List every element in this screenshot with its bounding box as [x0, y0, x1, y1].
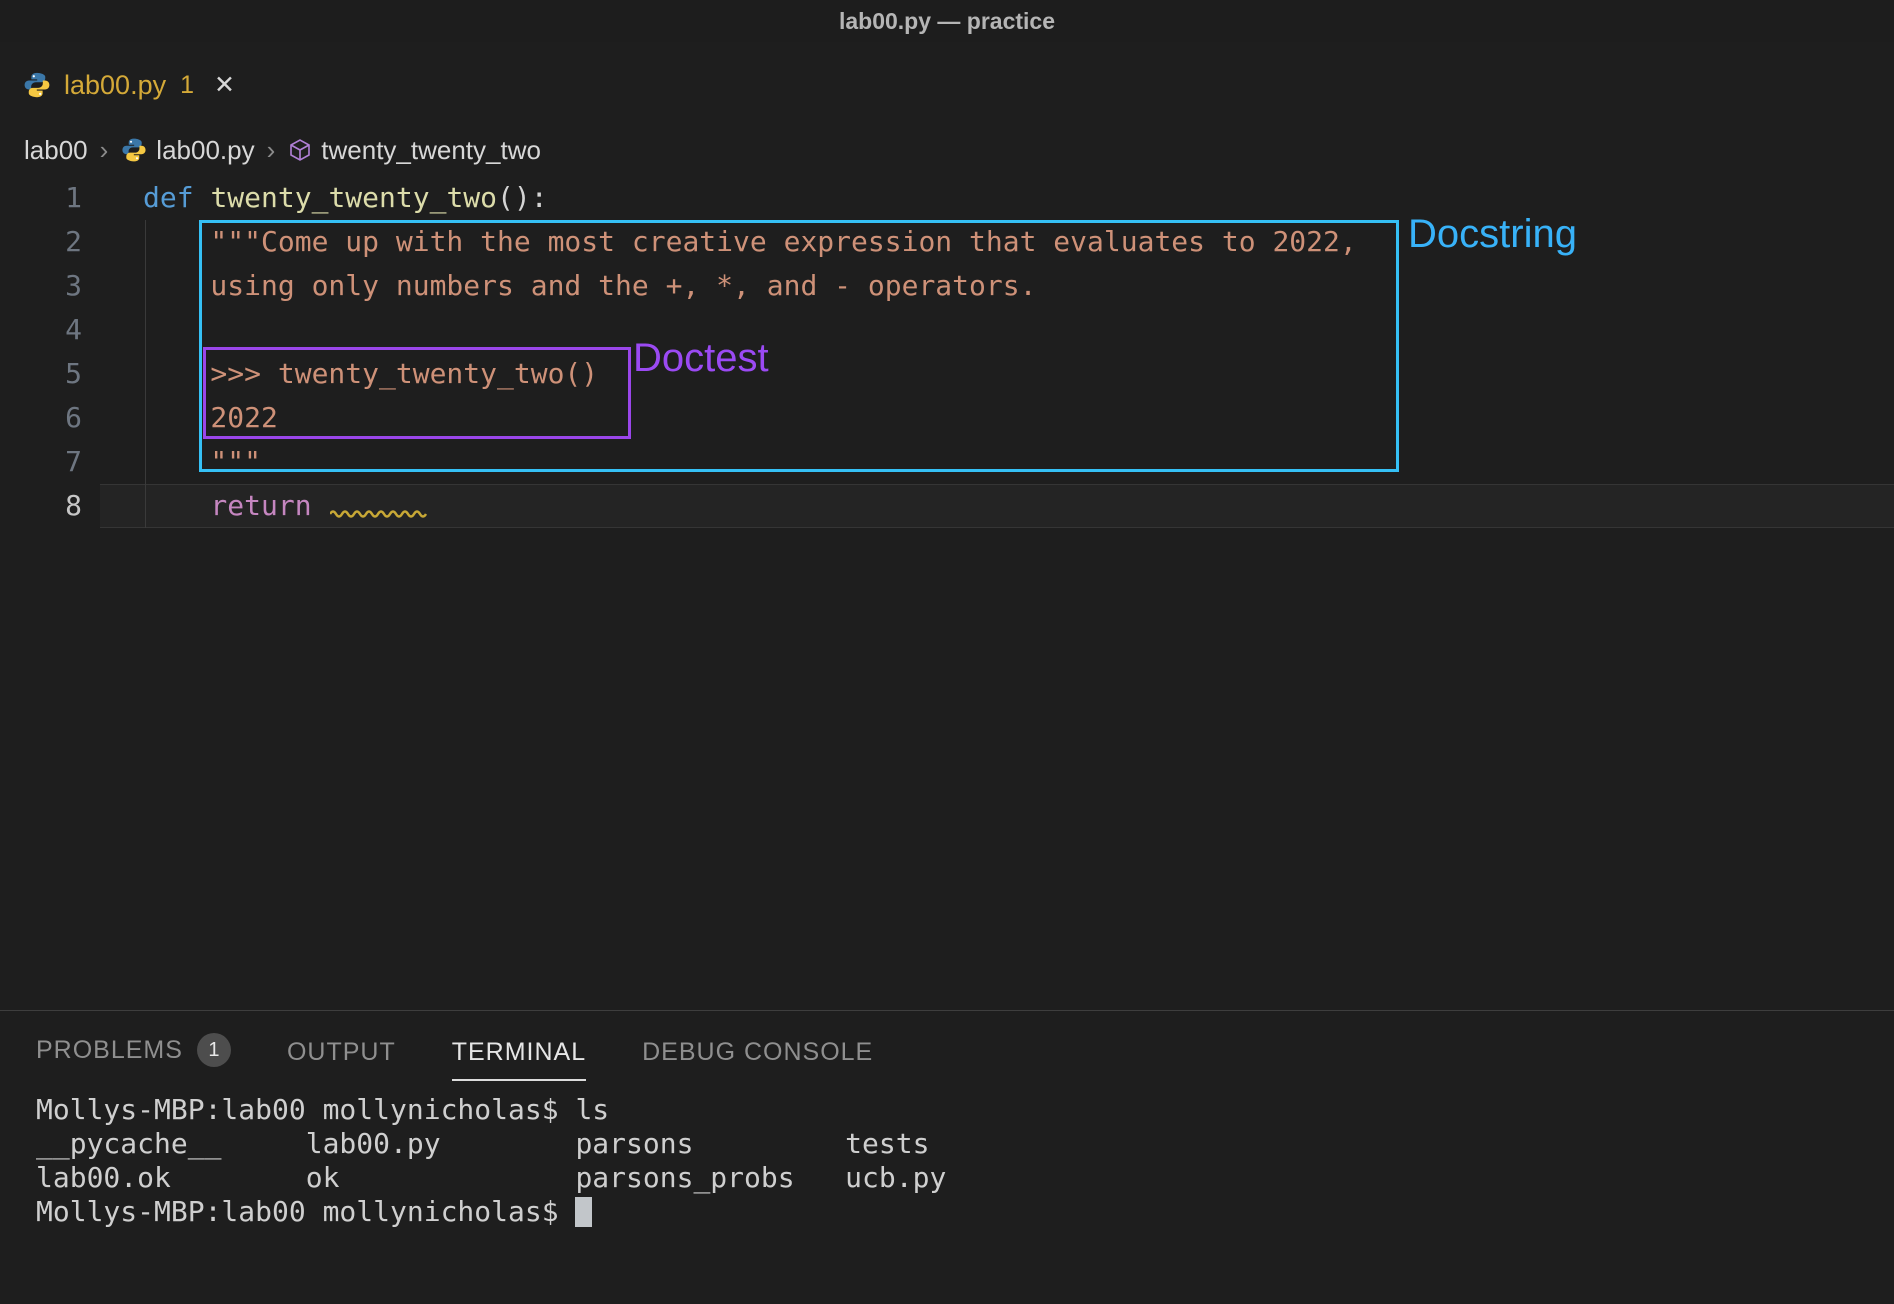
doctest-annotation-label: Doctest	[633, 336, 769, 381]
tab-debug-console[interactable]: DEBUG CONSOLE	[642, 1038, 873, 1081]
breadcrumb-item-lab00[interactable]: lab00	[24, 135, 88, 166]
code-line-7: 7 """	[0, 440, 1894, 484]
code-line-3: 3 using only numbers and the +, *, and -…	[0, 264, 1894, 308]
terminal-line: __pycache__ lab00.py parsons tests	[36, 1127, 1894, 1161]
tab-label: lab00.py	[64, 70, 166, 101]
tab-output[interactable]: OUTPUT	[287, 1038, 396, 1081]
breadcrumb-label: lab00.py	[156, 135, 254, 166]
breadcrumb: lab00 › lab00.py › twenty_twen	[0, 128, 1894, 172]
code-line-2: 2 """Come up with the most creative expr…	[0, 220, 1894, 264]
line-number: 4	[0, 308, 100, 352]
python-icon	[22, 70, 52, 100]
terminal-output[interactable]: Mollys-MBP:lab00 mollynicholas$ ls __pyc…	[36, 1093, 1894, 1229]
bottom-panel: PROBLEMS 1 OUTPUT TERMINAL DEBUG CONSOLE…	[0, 1010, 1894, 1304]
code-line-8-current: 8 return	[0, 484, 1894, 528]
problems-count-badge: 1	[197, 1033, 231, 1067]
tab-terminal[interactable]: TERMINAL	[452, 1038, 586, 1081]
chevron-right-icon: ›	[100, 135, 109, 166]
terminal-cursor	[575, 1197, 592, 1227]
panel-tab-bar: PROBLEMS 1 OUTPUT TERMINAL DEBUG CONSOLE	[36, 1011, 1894, 1081]
docstring-annotation-label: Docstring	[1408, 212, 1577, 257]
code-line-4: 4	[0, 308, 1894, 352]
panel-tab-label: OUTPUT	[287, 1038, 396, 1067]
code-line-6: 6 2022	[0, 396, 1894, 440]
breadcrumb-label: twenty_twenty_two	[321, 135, 541, 166]
code-text: """Come up with the most creative expres…	[100, 220, 1894, 264]
symbol-cube-icon	[287, 137, 313, 163]
code-text: using only numbers and the +, *, and - o…	[100, 264, 1894, 308]
code-text: 2022	[100, 396, 1894, 440]
terminal-line: lab00.ok ok parsons_probs ucb.py	[36, 1161, 1894, 1195]
tab-problem-count: 1	[180, 71, 194, 100]
indent-guide	[145, 220, 146, 528]
panel-tab-label: TERMINAL	[452, 1038, 586, 1067]
line-number: 3	[0, 264, 100, 308]
breadcrumb-item-symbol[interactable]: twenty_twenty_two	[287, 135, 541, 166]
line-number: 6	[0, 396, 100, 440]
tab-problems[interactable]: PROBLEMS 1	[36, 1033, 231, 1081]
tab-lab00-py[interactable]: lab00.py 1 ✕	[0, 52, 255, 118]
code-text: >>> twenty_twenty_two()	[100, 352, 1894, 396]
chevron-right-icon: ›	[267, 135, 276, 166]
line-number: 7	[0, 440, 100, 484]
warning-squiggle-icon	[330, 507, 430, 519]
terminal-prompt-line: Mollys-MBP:lab00 mollynicholas$	[36, 1195, 1894, 1229]
python-icon	[120, 136, 148, 164]
line-number: 1	[0, 176, 100, 220]
code-line-1: 1 def twenty_twenty_two():	[0, 176, 1894, 220]
line-number: 8	[0, 484, 100, 528]
line-number: 5	[0, 352, 100, 396]
titlebar: lab00.py — practice	[0, 0, 1894, 42]
code-editor[interactable]: 1 def twenty_twenty_two(): 2 """Come up …	[0, 172, 1894, 1010]
breadcrumb-item-lab00-py[interactable]: lab00.py	[120, 135, 254, 166]
close-icon[interactable]: ✕	[214, 70, 235, 100]
vscode-window: lab00.py — practice lab00.py 1 ✕ lab00 ›	[0, 0, 1894, 1304]
editor-tab-bar: lab00.py 1 ✕	[0, 42, 1894, 128]
code-text: def twenty_twenty_two():	[100, 176, 1894, 220]
code-line-5: 5 >>> twenty_twenty_two()	[0, 352, 1894, 396]
code-text: """	[100, 440, 1894, 484]
line-number: 2	[0, 220, 100, 264]
panel-tab-label: DEBUG CONSOLE	[642, 1038, 873, 1067]
terminal-line: Mollys-MBP:lab00 mollynicholas$ ls	[36, 1093, 1894, 1127]
window-title: lab00.py — practice	[839, 8, 1055, 35]
panel-tab-label: PROBLEMS	[36, 1036, 183, 1065]
code-text: return	[100, 484, 1894, 528]
code-text	[100, 308, 1894, 352]
breadcrumb-label: lab00	[24, 135, 88, 166]
